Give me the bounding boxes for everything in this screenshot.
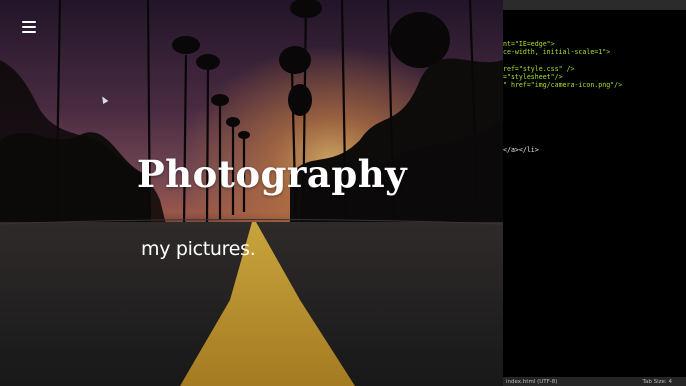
hero-subtitle: my pictures. — [141, 238, 256, 260]
code-editor[interactable]: nt="IE=edge"> ce-width, initial-scale=1">… — [503, 0, 686, 386]
code-line[interactable]: " href="img/camera-icon.png"/> — [503, 81, 622, 89]
code-line[interactable]: ref="style.css" /> — [503, 65, 622, 73]
code-line[interactable]: nt="IE=edge"> — [503, 40, 622, 48]
code-token: ref="style.css" /> — [503, 64, 575, 73]
code-line[interactable] — [503, 97, 622, 105]
code-token: nt="IE=edge"> — [503, 40, 555, 48]
code-line[interactable]: </a></li> — [503, 146, 622, 154]
code-token: " href="img/camera-icon.png"/> — [503, 80, 623, 89]
code-line[interactable]: ce-width, initial-scale=1"> — [503, 48, 622, 56]
status-tab-size[interactable]: Tab Size: 4 — [643, 379, 672, 385]
code-line[interactable] — [503, 89, 622, 97]
code-line[interactable] — [503, 122, 622, 130]
code-line[interactable]: ="stylesheet"/> — [503, 73, 622, 81]
code-token: ="stylesheet"/> — [503, 72, 563, 81]
hamburger-menu-icon[interactable] — [22, 21, 36, 34]
code-line[interactable] — [503, 106, 622, 114]
code-line[interactable] — [503, 130, 622, 138]
code-line[interactable] — [503, 114, 622, 122]
code-token: ce-width, initial-scale=1"> — [503, 48, 611, 57]
status-file-encoding: index.html (UTF-8) — [506, 378, 558, 385]
code-area[interactable]: nt="IE=edge"> ce-width, initial-scale=1">… — [503, 40, 622, 155]
code-token: </a></li> — [503, 146, 539, 155]
code-line[interactable] — [503, 138, 622, 146]
website-preview: Photography my pictures. — [0, 0, 503, 386]
editor-status-bar: index.html (UTF-8) Tab Size: 4 — [503, 377, 686, 386]
code-line[interactable] — [503, 56, 622, 64]
editor-tab-bar — [503, 0, 686, 10]
hero-title: Photography — [136, 152, 408, 196]
